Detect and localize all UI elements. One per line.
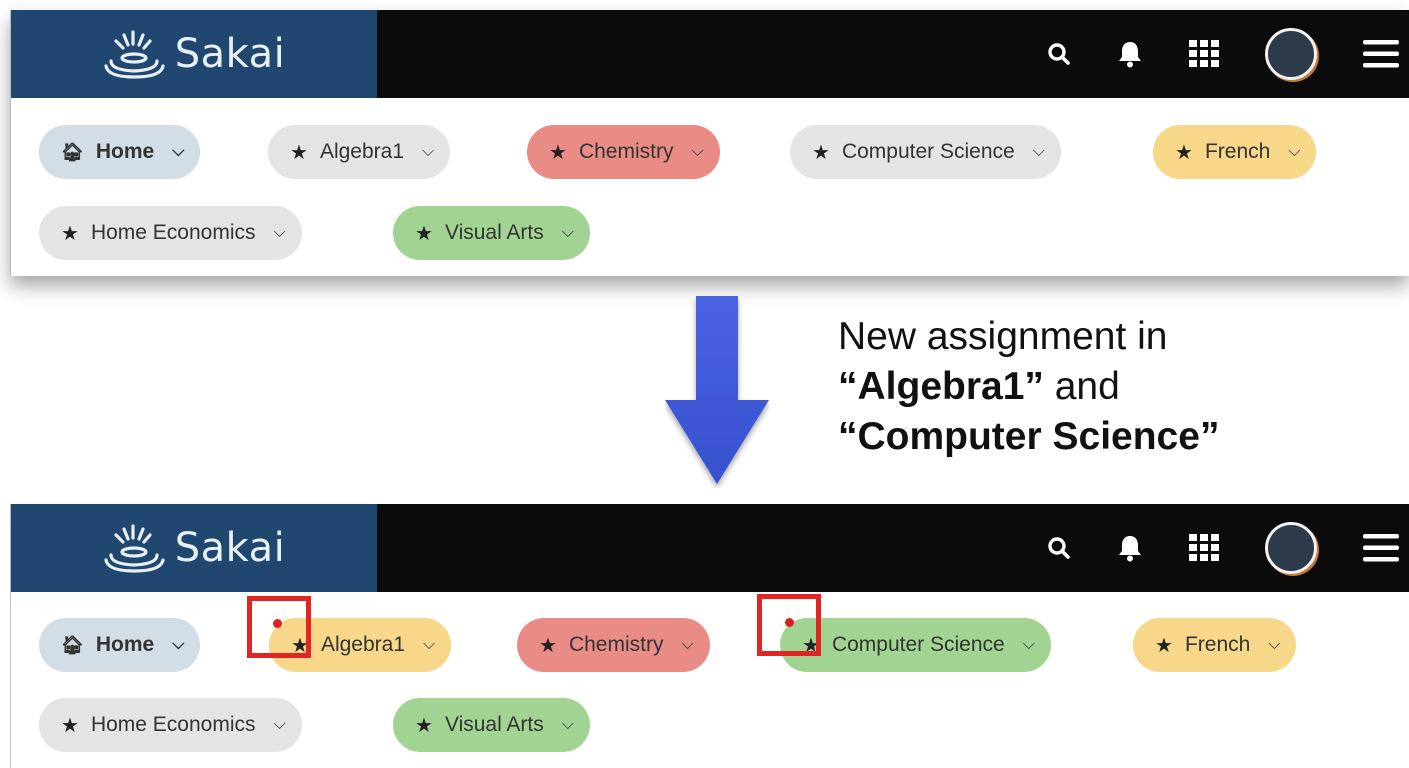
star-icon[interactable]: ★	[549, 140, 567, 165]
notification-dot	[273, 619, 282, 628]
site-label: Computer Science	[831, 633, 1005, 656]
search-icon[interactable]	[1047, 536, 1071, 560]
star-icon[interactable]: ★	[539, 633, 557, 658]
chevron-down-icon[interactable]: ⌵	[274, 716, 286, 734]
site-pill-chemistry[interactable]: ★ Chemistry ⌵	[527, 125, 720, 179]
logo-text: Sakai	[174, 31, 286, 77]
site-label: Computer Science	[841, 140, 1015, 163]
chevron-down-icon[interactable]: ⌵	[1033, 143, 1045, 161]
star-icon[interactable]: ★	[290, 140, 308, 165]
home-icon: 🏠︎	[61, 141, 84, 162]
chevron-down-icon[interactable]: ⌵	[172, 143, 184, 161]
logo-text: Sakai	[174, 525, 286, 571]
sakai-logo-icon	[104, 30, 165, 79]
star-icon[interactable]: ★	[61, 221, 79, 246]
site-pill-algebra1[interactable]: ★ Algebra1 ⌵	[268, 125, 451, 179]
site-label: Chemistry	[568, 633, 664, 656]
quote-close: ”	[1024, 365, 1044, 408]
search-icon[interactable]	[1047, 42, 1071, 66]
quote-close: ”	[1199, 415, 1220, 458]
quote-open: “	[838, 415, 858, 458]
sakai-logo-icon	[104, 524, 165, 573]
caption-line-1: New assignment in	[838, 315, 1168, 358]
site-pill-visual-arts[interactable]: ★ Visual Arts ⌵	[393, 206, 590, 260]
chevron-down-icon[interactable]: ⌵	[562, 224, 574, 242]
star-icon[interactable]: ★	[415, 221, 433, 246]
top-navbar: Sakai	[11, 10, 1409, 98]
site-label: French	[1204, 140, 1271, 163]
header-actions	[1047, 504, 1399, 592]
header-actions	[1047, 10, 1399, 98]
site-label: Visual Arts	[444, 221, 544, 244]
site-pill-home-economics[interactable]: ★ Home Economics ⌵	[39, 698, 302, 752]
comparison-figure: Sakai 🏠︎ Home ⌵ ★ Algebra1 ⌵ ★ Chemistry…	[0, 0, 1409, 768]
site-label: French	[1184, 633, 1251, 656]
star-icon[interactable]: ★	[812, 140, 830, 165]
star-icon[interactable]: ★	[1155, 633, 1173, 658]
quote-open: “	[838, 365, 858, 408]
caption-line-3: “Computer Science”	[838, 412, 1358, 462]
chevron-down-icon[interactable]: ⌵	[1268, 636, 1280, 654]
site-label: Home Economics	[90, 221, 256, 244]
avatar[interactable]	[1265, 522, 1317, 574]
caption-and: and	[1043, 365, 1120, 408]
site-pill-visual-arts[interactable]: ★ Visual Arts ⌵	[393, 698, 590, 752]
chevron-down-icon[interactable]: ⌵	[423, 636, 435, 654]
change-caption: New assignment in “Algebra1” and “Comput…	[838, 312, 1358, 462]
sakai-after-panel: Sakai 🏠︎ Home ⌵ ★ Algebra1 ⌵ ★ Chemistry…	[10, 504, 1409, 768]
bell-icon[interactable]	[1117, 40, 1143, 68]
site-pill-chemistry[interactable]: ★ Chemistry ⌵	[517, 618, 710, 672]
notification-dot	[785, 618, 794, 627]
bell-icon[interactable]	[1117, 534, 1143, 562]
sakai-before-panel: Sakai 🏠︎ Home ⌵ ★ Algebra1 ⌵ ★ Chemistry…	[10, 10, 1409, 276]
caption-line-2: “Algebra1” and	[838, 362, 1358, 412]
avatar[interactable]	[1265, 28, 1317, 80]
grid-apps-icon[interactable]	[1189, 40, 1219, 68]
caption-site-algebra1: Algebra1	[857, 365, 1025, 408]
site-label: Algebra1	[319, 140, 404, 163]
chevron-down-icon[interactable]: ⌵	[172, 636, 184, 654]
chevron-down-icon[interactable]: ⌵	[1023, 636, 1035, 654]
site-label: Home	[95, 633, 155, 656]
site-label: Visual Arts	[444, 713, 544, 736]
top-navbar: Sakai	[11, 504, 1409, 592]
chevron-down-icon[interactable]: ⌵	[1288, 143, 1300, 161]
site-pill-french[interactable]: ★ French ⌵	[1153, 125, 1317, 179]
hamburger-menu-icon[interactable]	[1363, 533, 1399, 563]
site-label: Home Economics	[90, 713, 256, 736]
down-arrow-icon	[665, 296, 769, 484]
star-icon[interactable]: ★	[1175, 140, 1193, 165]
sakai-logo[interactable]: Sakai	[11, 504, 377, 592]
site-pill-french[interactable]: ★ French ⌵	[1133, 618, 1297, 672]
chevron-down-icon[interactable]: ⌵	[562, 716, 574, 734]
hamburger-menu-icon[interactable]	[1363, 39, 1399, 69]
star-icon[interactable]: ★	[61, 713, 79, 738]
site-pill-home[interactable]: 🏠︎ Home ⌵	[39, 618, 201, 672]
chevron-down-icon[interactable]: ⌵	[422, 143, 434, 161]
star-icon[interactable]: ★	[415, 713, 433, 738]
site-pill-computer-science[interactable]: ★ Computer Science ⌵	[790, 125, 1061, 179]
site-label: Algebra1	[320, 633, 405, 656]
site-label: Chemistry	[578, 140, 674, 163]
home-icon: 🏠︎	[61, 634, 84, 655]
sakai-logo[interactable]: Sakai	[11, 10, 377, 98]
site-label: Home	[95, 140, 155, 163]
chevron-down-icon[interactable]: ⌵	[691, 143, 703, 161]
site-pill-home-economics[interactable]: ★ Home Economics ⌵	[39, 206, 302, 260]
grid-apps-icon[interactable]	[1189, 534, 1219, 562]
chevron-down-icon[interactable]: ⌵	[681, 636, 693, 654]
site-pill-home[interactable]: 🏠︎ Home ⌵	[39, 125, 201, 179]
caption-site-computer-science: Computer Science	[857, 415, 1200, 458]
chevron-down-icon[interactable]: ⌵	[274, 224, 286, 242]
